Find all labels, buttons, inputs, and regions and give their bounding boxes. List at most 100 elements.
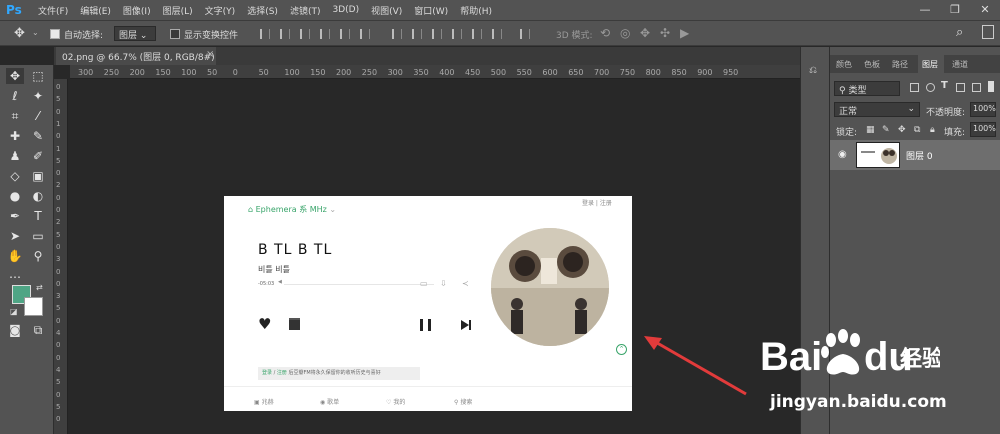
distribute-vcenter-icon[interactable]: [412, 29, 422, 39]
filter-toggle-icon[interactable]: [988, 81, 994, 92]
blur-tool-icon[interactable]: ●: [6, 188, 24, 204]
zoom-tool-icon[interactable]: ⚲: [29, 248, 47, 264]
align-right-icon[interactable]: [360, 29, 370, 39]
align-left-icon[interactable]: [320, 29, 330, 39]
menu-edit[interactable]: 编辑(E): [80, 4, 111, 17]
stamp-tool-icon[interactable]: ♟: [6, 148, 24, 164]
menu-filter[interactable]: 滤镜(T): [290, 4, 321, 17]
tab-swatches[interactable]: 色板: [864, 59, 880, 70]
move-tool-icon[interactable]: ✥: [6, 68, 24, 84]
type-tool-icon[interactable]: T: [29, 208, 47, 224]
menu-image[interactable]: 图像(I): [123, 4, 151, 17]
filter-adjust-icon[interactable]: [926, 83, 935, 92]
menu-3d[interactable]: 3D(D): [332, 5, 359, 15]
menu-window[interactable]: 窗口(W): [414, 4, 448, 17]
align-bottom-icon[interactable]: [300, 29, 310, 39]
align-hcenter-icon[interactable]: [340, 29, 350, 39]
crop-tool-icon[interactable]: ⌗: [6, 108, 24, 124]
gradient-tool-icon[interactable]: ▣: [29, 168, 47, 184]
distribute-left-icon[interactable]: [452, 29, 462, 39]
filter-pixel-icon[interactable]: [910, 83, 919, 92]
tab-paths[interactable]: 路径: [892, 59, 908, 70]
pen-tool-icon[interactable]: ✒: [6, 208, 24, 224]
align-top-icon[interactable]: [260, 29, 270, 39]
background-color-swatch[interactable]: [24, 297, 43, 316]
blend-mode-dropdown[interactable]: 正常 ⌄: [834, 102, 920, 117]
maximize-icon[interactable]: ❐: [940, 0, 970, 20]
lasso-tool-icon[interactable]: ℓ: [6, 88, 24, 104]
brush-tool-icon[interactable]: ✎: [29, 128, 47, 144]
3d-roll-icon[interactable]: ◎: [620, 26, 630, 40]
layer-row[interactable]: ◉ 图层 0: [830, 140, 1000, 170]
more-tools-icon[interactable]: …: [6, 266, 24, 282]
screen-mode-icon[interactable]: ⧉: [29, 322, 47, 338]
distribute-right-icon[interactable]: [492, 29, 502, 39]
lock-transparent-icon[interactable]: ▦: [866, 125, 875, 135]
tab-layers[interactable]: 图层: [922, 59, 938, 70]
chevron-down-icon[interactable]: ⌄: [32, 28, 39, 37]
history-panel-icon[interactable]: ⎌: [809, 65, 817, 76]
menu-select[interactable]: 选择(S): [247, 4, 278, 17]
eyedropper-icon[interactable]: ⁄: [29, 108, 47, 124]
document-canvas[interactable]: ⌂ Ephemera 系 MHz ⌄ 登录 | 注册 B TL B TL 비틀 …: [224, 196, 632, 411]
tab-channels[interactable]: 通道: [952, 59, 968, 70]
minimize-icon[interactable]: —: [910, 0, 940, 20]
swap-colors-icon[interactable]: ⇄: [36, 283, 43, 292]
eye-icon[interactable]: ◉: [838, 149, 847, 160]
nav-mhz: ▣ 兆赫: [254, 397, 274, 406]
filter-shape-icon[interactable]: [956, 83, 965, 92]
align-vcenter-icon[interactable]: [280, 29, 290, 39]
close-tab-icon[interactable]: ×: [206, 49, 214, 60]
search-icon[interactable]: ⌕: [956, 25, 963, 40]
shape-tool-icon[interactable]: ▭: [29, 228, 47, 244]
menu-file[interactable]: 文件(F): [38, 4, 68, 17]
distribute-hcenter-icon[interactable]: [472, 29, 482, 39]
quick-mask-icon[interactable]: ◙: [6, 322, 24, 338]
path-select-icon[interactable]: ➤: [6, 228, 24, 244]
healing-brush-icon[interactable]: ✚: [6, 128, 24, 144]
opacity-input[interactable]: 100%: [970, 102, 996, 117]
layer-kind-filter[interactable]: ⚲ 类型: [834, 81, 900, 96]
show-transform-checkbox[interactable]: [170, 29, 180, 39]
marquee-tool-icon[interactable]: ⬚: [29, 68, 47, 84]
layer-name[interactable]: 图层 0: [906, 149, 933, 162]
workspace-icon[interactable]: [982, 25, 994, 39]
auto-select-dropdown[interactable]: 图层 ⌄: [114, 26, 156, 41]
distribute-bottom-icon[interactable]: [432, 29, 442, 39]
ruler-top-tick: 100: [181, 68, 197, 77]
eraser-tool-icon[interactable]: ◇: [6, 168, 24, 184]
3d-camera-icon[interactable]: ▶: [680, 26, 689, 40]
hand-tool-icon[interactable]: ✋: [6, 248, 24, 264]
lock-position-icon[interactable]: ✥: [898, 125, 906, 135]
3d-pan-icon[interactable]: ✥: [640, 26, 650, 40]
menu-type[interactable]: 文字(Y): [205, 4, 236, 17]
ruler-left-tick: 5: [56, 230, 61, 239]
magic-wand-icon[interactable]: ✦: [29, 88, 47, 104]
fill-input[interactable]: 100%: [970, 122, 996, 137]
document-tab[interactable]: 02.png @ 66.7% (图层 0, RGB/8#) ×: [56, 47, 216, 65]
filter-type-icon[interactable]: T: [941, 80, 948, 91]
3d-slide-icon[interactable]: ✣: [660, 26, 670, 40]
lock-artboard-icon[interactable]: ⧉: [914, 125, 920, 135]
menu-layer[interactable]: 图层(L): [163, 4, 193, 17]
playlist-icon: ◉: [320, 399, 326, 406]
dodge-tool-icon[interactable]: ◐: [29, 188, 47, 204]
doc-logo-text: Ephemera 系 MHz: [255, 205, 327, 214]
default-colors-icon[interactable]: ◪: [10, 307, 18, 316]
auto-select-checkbox[interactable]: [50, 29, 60, 39]
next-track-bar: [469, 320, 471, 330]
lock-pixels-icon[interactable]: ✎: [882, 125, 890, 135]
auto-align-icon[interactable]: [520, 29, 530, 39]
history-brush-icon[interactable]: ✐: [29, 148, 47, 164]
filter-smart-icon[interactable]: [972, 83, 981, 92]
move-tool-icon[interactable]: ✥: [14, 26, 25, 41]
lock-all-icon[interactable]: 🔒︎: [930, 125, 935, 135]
tab-color[interactable]: 颜色: [836, 59, 852, 70]
close-window-icon[interactable]: ✕: [970, 0, 1000, 20]
ruler-left-tick: 0: [56, 341, 61, 350]
nav-mine: ♡ 我的: [386, 397, 405, 406]
3d-rotate-icon[interactable]: ⟲: [600, 26, 610, 40]
menu-help[interactable]: 帮助(H): [460, 4, 492, 17]
menu-view[interactable]: 视图(V): [371, 4, 402, 17]
distribute-top-icon[interactable]: [392, 29, 402, 39]
